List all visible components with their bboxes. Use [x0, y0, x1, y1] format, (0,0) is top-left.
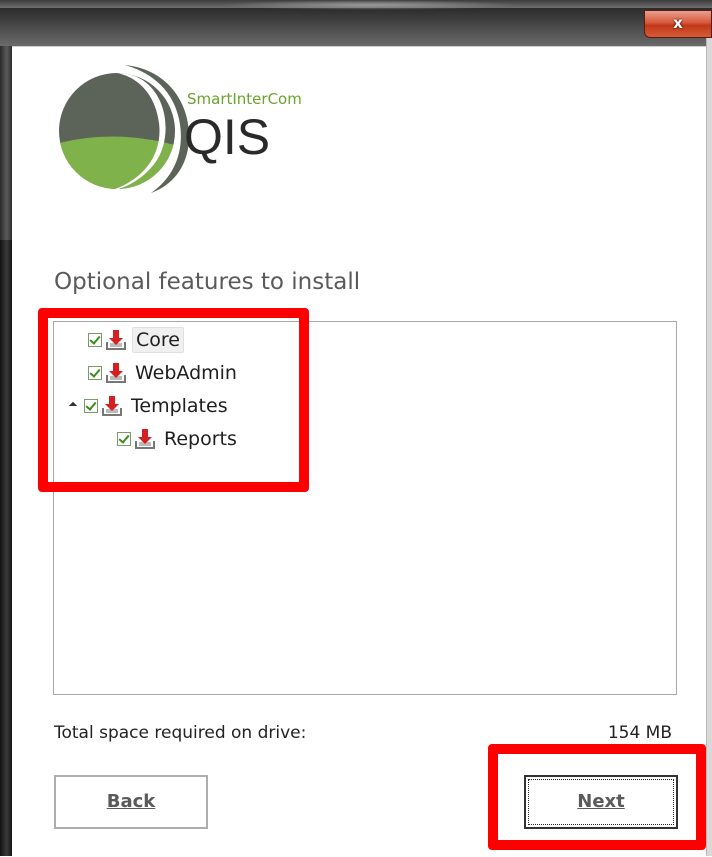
close-icon: x — [673, 14, 683, 32]
tree-item-reports[interactable]: Reports — [117, 426, 240, 452]
space-required-value: 154 MB — [607, 723, 672, 743]
title-bar — [0, 0, 712, 46]
product-name: QIS — [184, 109, 271, 165]
logo-green-band — [59, 136, 175, 189]
checkbox-checked-icon[interactable] — [88, 333, 102, 347]
install-icon — [106, 330, 126, 350]
back-button[interactable]: Back — [54, 775, 208, 829]
install-icon — [135, 429, 155, 449]
tree-item-core[interactable]: Core — [88, 327, 184, 353]
tree-item-label: Core — [132, 327, 184, 353]
title-bar-glow — [220, 0, 520, 10]
install-icon — [102, 396, 122, 416]
checkbox-checked-icon[interactable] — [88, 366, 102, 380]
tree-item-templates[interactable]: Templates — [68, 393, 231, 419]
checkbox-checked-icon[interactable] — [84, 399, 98, 413]
tree-item-webadmin[interactable]: WebAdmin — [88, 360, 240, 386]
checkbox-checked-icon[interactable] — [117, 432, 131, 446]
window-frame-left-shadow — [0, 240, 12, 856]
tree-item-label: WebAdmin — [135, 362, 237, 384]
close-button[interactable]: x — [644, 10, 712, 38]
install-icon — [106, 363, 126, 383]
window-frame-right — [706, 38, 712, 856]
qis-logo-icon — [59, 65, 190, 193]
company-name: SmartInterCom — [187, 90, 302, 108]
feature-tree[interactable]: Core WebAdmin Templates Reports — [53, 321, 677, 695]
next-button[interactable]: Next — [524, 775, 678, 829]
tree-item-label: Templates — [131, 395, 228, 417]
collapse-arrow-icon[interactable] — [68, 393, 78, 419]
tree-item-label: Reports — [164, 428, 237, 450]
space-required-label: Total space required on drive: — [54, 723, 307, 743]
features-heading: Optional features to install — [54, 269, 361, 295]
